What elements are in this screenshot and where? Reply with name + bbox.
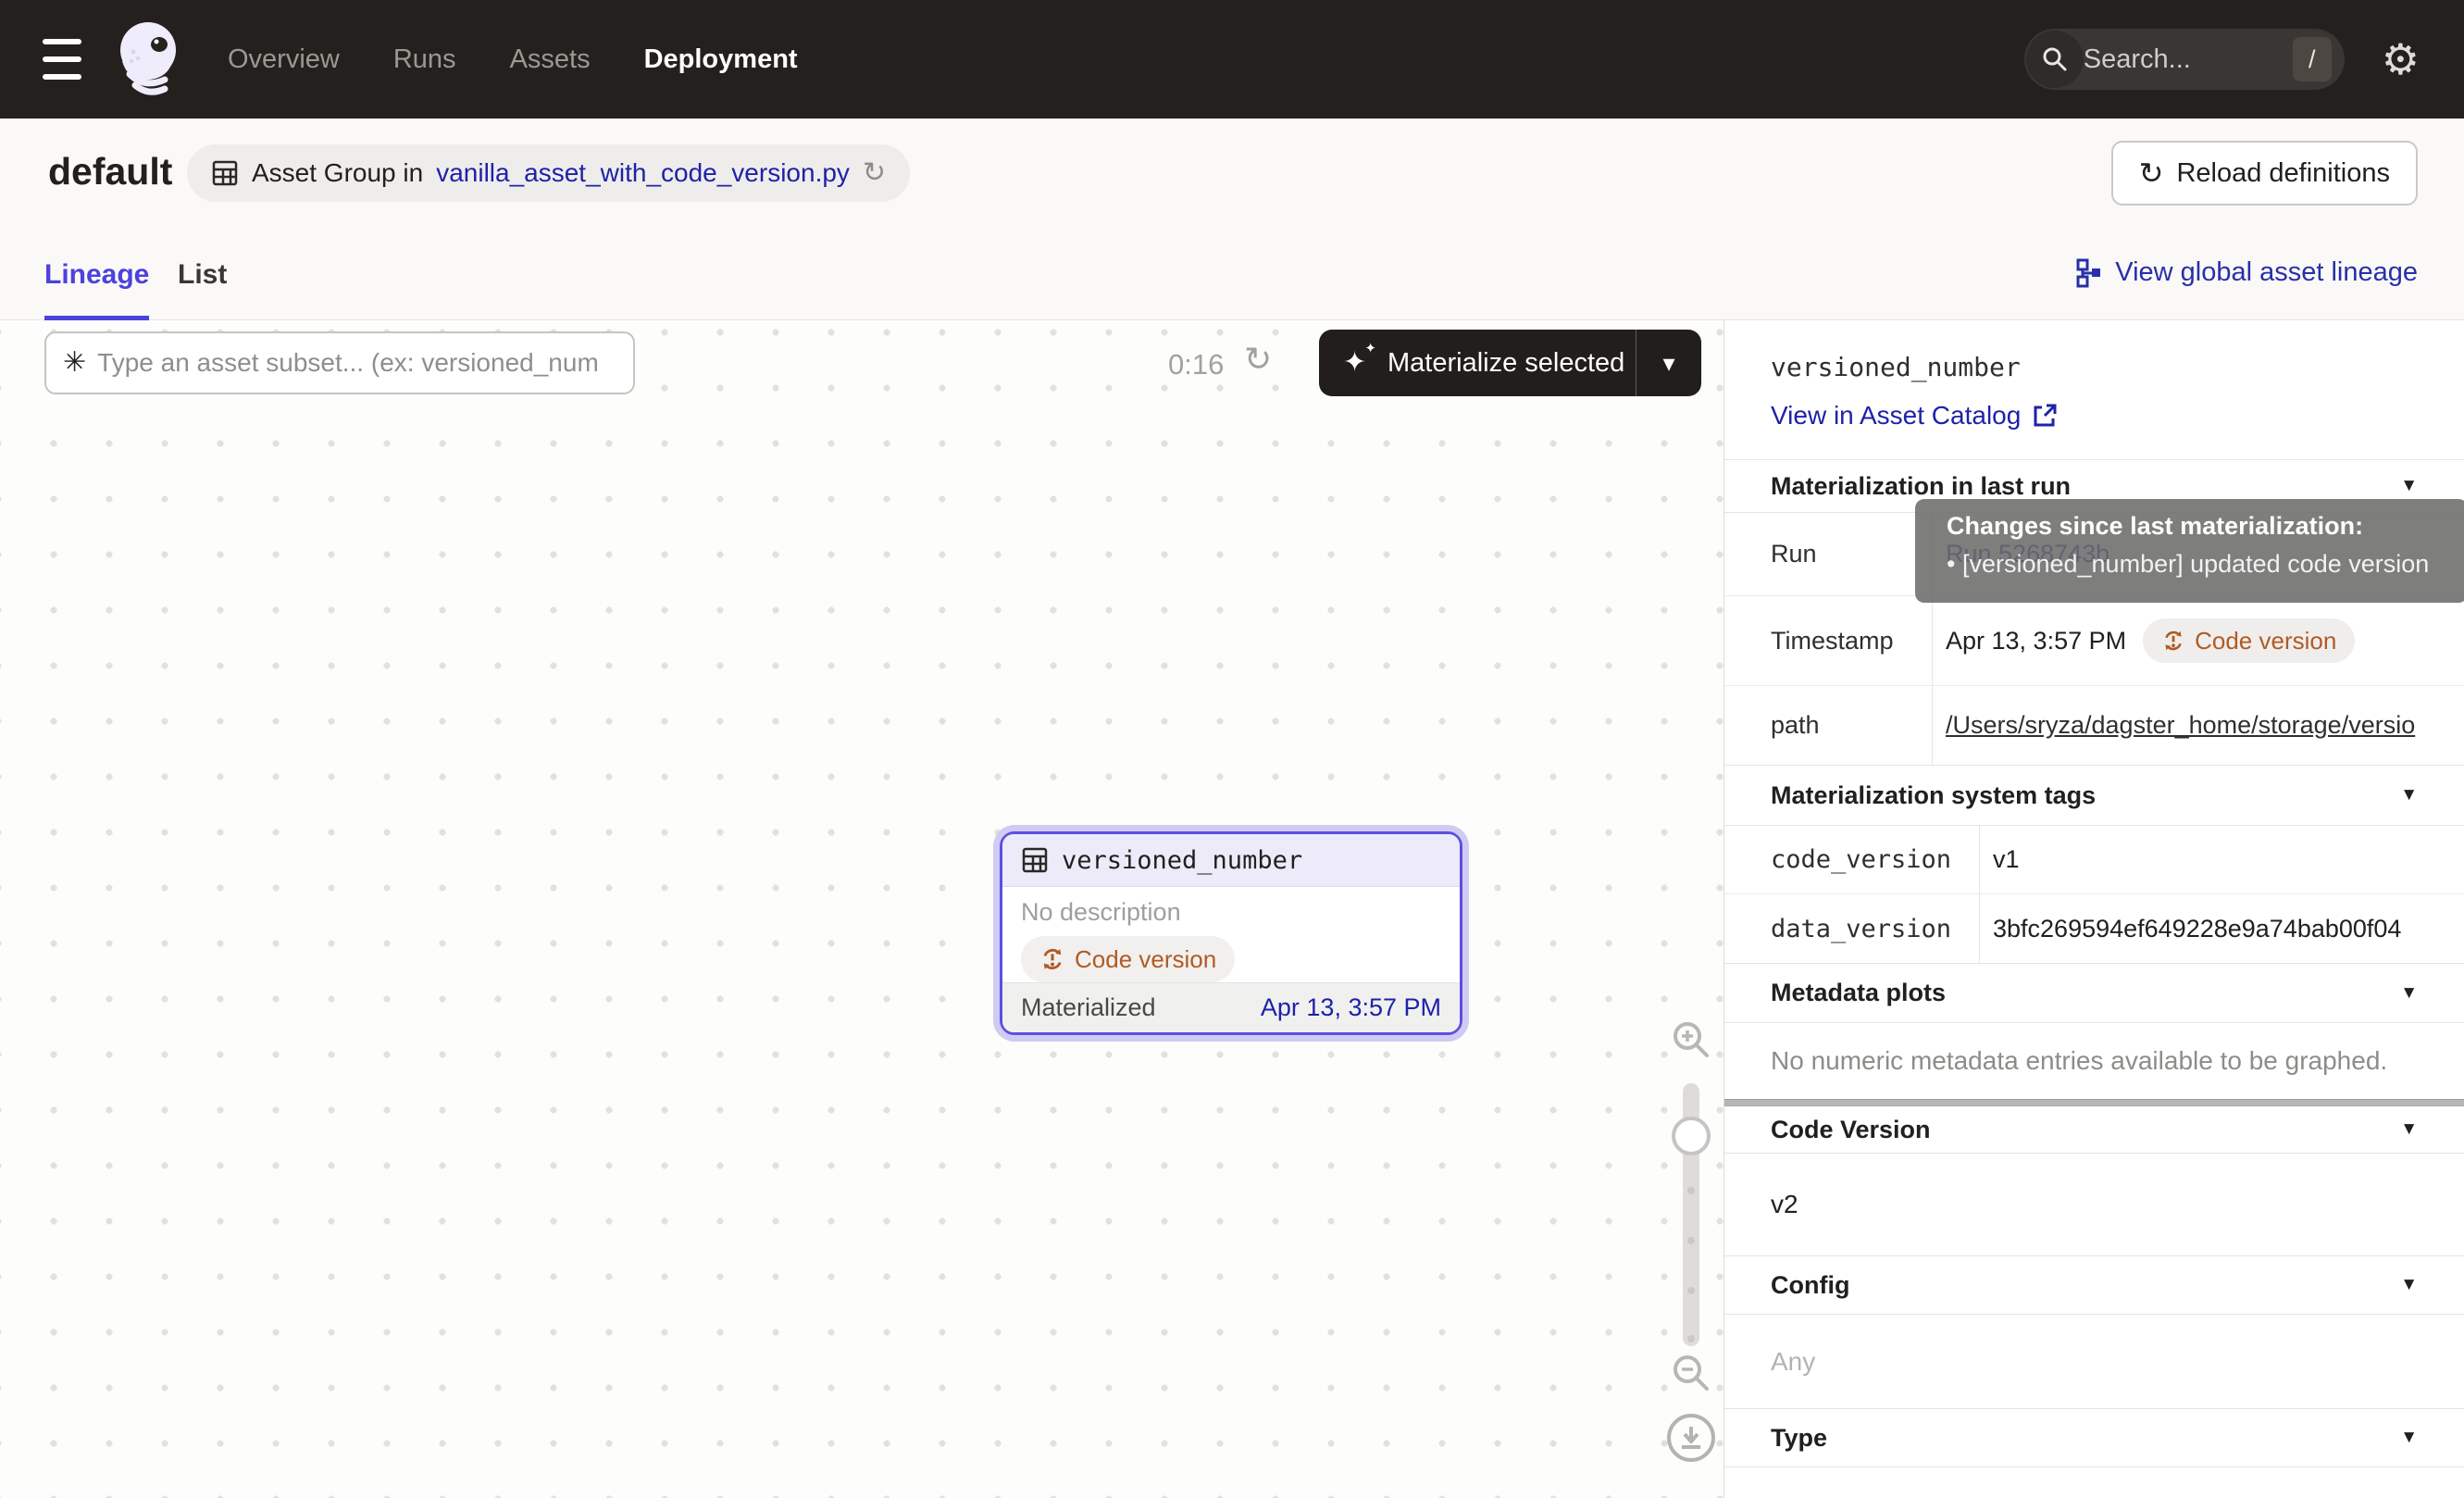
collapse-caret-icon[interactable]: ▼ [2400, 1275, 2418, 1295]
asset-node-footer: Materialized Apr 13, 3:57 PM [1002, 982, 1460, 1032]
view-global-asset-lineage-link[interactable]: View global asset lineage [2074, 257, 2418, 288]
asset-node-versioned-number[interactable]: versioned_number No description Code ver… [1000, 831, 1462, 1035]
section-materialization-system-tags[interactable]: Materialization system tags ▼ [1724, 765, 2464, 825]
global-search[interactable]: / [2024, 29, 2345, 90]
download-graph-icon[interactable] [1667, 1414, 1715, 1462]
dagster-logo-icon[interactable] [111, 17, 189, 102]
collapse-caret-icon[interactable]: ▼ [2400, 1428, 2418, 1448]
materialized-timestamp-link[interactable]: Apr 13, 3:57 PM [1261, 993, 1441, 1022]
page-header: default Asset Group in vanilla_asset_wit… [0, 119, 2464, 231]
zoom-out-icon[interactable] [1669, 1351, 1713, 1395]
page-title: default [48, 150, 172, 193]
system-tags-table: code_version v1 data_version 3bfc269594e… [1724, 825, 2464, 963]
panel-splitter-handle[interactable] [1724, 1099, 2464, 1106]
search-input[interactable] [2084, 44, 2293, 75]
code-version-badge: Code version [1021, 936, 1235, 982]
section-metadata-plots[interactable]: Metadata plots ▼ [1724, 963, 2464, 1022]
zoom-slider-thumb[interactable] [1672, 1117, 1711, 1155]
collapse-caret-icon[interactable]: ▼ [2400, 983, 2418, 1004]
code-version-definition-value: v2 [1724, 1154, 2464, 1256]
metadata-plots-empty-message: No numeric metadata entries available to… [1724, 1022, 2464, 1099]
hamburger-menu-icon[interactable] [43, 39, 91, 80]
code-version-value: v1 [1993, 845, 2020, 874]
asset-node-header: versioned_number [1002, 834, 1460, 887]
refresh-icon[interactable]: ↻ [863, 159, 886, 187]
search-shortcut-badge: / [2293, 37, 2332, 81]
timestamp-value: Apr 13, 3:57 PM [1946, 627, 2126, 655]
asset-subset-input[interactable] [97, 348, 616, 378]
table-grid-icon [211, 159, 239, 187]
section-code-version[interactable]: Code Version ▼ [1724, 1106, 2464, 1154]
tab-list[interactable]: List [178, 231, 227, 319]
op-selector-icon: ✳ [63, 349, 86, 377]
asset-group-pill: Asset Group in vanilla_asset_with_code_v… [187, 144, 910, 202]
top-nav: Overview Runs Assets Deployment / ⚙ [0, 0, 2464, 119]
lineage-canvas[interactable]: ✳ 0:16 ↻ ✦✦ Materialize selected ▾ versi… [0, 320, 1724, 1498]
nav-item-deployment[interactable]: Deployment [644, 44, 798, 75]
sidebar-asset-name: versioned_number [1771, 352, 2464, 382]
path-link[interactable]: /Users/sryza/dagster_home/storage/versio [1946, 711, 2415, 740]
reload-icon: ↻ [2139, 158, 2164, 188]
view-tabs: Lineage List View global asset lineage [0, 231, 2464, 320]
section-config[interactable]: Config ▼ [1724, 1256, 2464, 1315]
changed-sync-icon [2161, 629, 2185, 653]
changed-sync-icon [1039, 946, 1065, 972]
asset-subset-filter: ✳ [44, 331, 635, 394]
nav-item-overview[interactable]: Overview [228, 44, 340, 75]
collapse-caret-icon[interactable]: ▼ [2400, 785, 2418, 805]
data-version-value: 3bfc269594ef649228e9a74bab00f04 [1993, 915, 2401, 943]
asset-node-description: No description [1021, 898, 1441, 927]
asset-group-prefix: Asset Group in [252, 158, 423, 188]
table-row: data_version 3bfc269594ef649228e9a74bab0… [1724, 894, 2464, 963]
refresh-timer: 0:16 [1168, 348, 1224, 381]
nav-item-runs[interactable]: Runs [393, 44, 456, 75]
materialize-selected-button[interactable]: ✦✦ Materialize selected ▾ [1319, 330, 1701, 396]
tab-lineage[interactable]: Lineage [44, 231, 149, 319]
code-version-badge[interactable]: Code version [2143, 618, 2355, 663]
lineage-graph-icon [2074, 258, 2102, 288]
materialize-dropdown-caret[interactable]: ▾ [1636, 349, 1701, 378]
sparkle-icon: ✦✦ [1343, 347, 1375, 379]
table-row: code_version v1 [1724, 826, 2464, 894]
asset-group-file-link[interactable]: vanilla_asset_with_code_version.py [436, 158, 850, 188]
section-type[interactable]: Type ▼ [1724, 1409, 2464, 1467]
view-in-asset-catalog-link[interactable]: View in Asset Catalog [1771, 401, 2058, 431]
external-link-icon [2032, 403, 2058, 429]
canvas-refresh-icon[interactable]: ↻ [1244, 343, 1272, 376]
materialized-status-label: Materialized [1021, 993, 1156, 1022]
collapse-caret-icon[interactable]: ▼ [2400, 476, 2418, 496]
config-value: Any [1724, 1315, 2464, 1409]
table-row: Timestamp Apr 13, 3:57 PM Code version [1724, 596, 2464, 686]
top-nav-items: Overview Runs Assets Deployment [228, 44, 798, 75]
nav-item-assets[interactable]: Assets [510, 44, 591, 75]
asset-sidebar: versioned_number View in Asset Catalog M… [1724, 320, 2464, 1498]
table-row: path /Users/sryza/dagster_home/storage/v… [1724, 686, 2464, 765]
asset-node-title: versioned_number [1062, 846, 1302, 875]
search-icon [2026, 31, 2084, 88]
reload-definitions-button[interactable]: ↻ Reload definitions [2111, 141, 2418, 206]
zoom-in-icon[interactable] [1669, 1017, 1713, 1062]
collapse-caret-icon[interactable]: ▼ [2400, 1119, 2418, 1140]
settings-gear-icon[interactable]: ⚙ [2382, 38, 2420, 81]
changes-tooltip: Changes since last materialization: • [v… [1915, 499, 2464, 603]
table-grid-icon [1021, 846, 1049, 874]
